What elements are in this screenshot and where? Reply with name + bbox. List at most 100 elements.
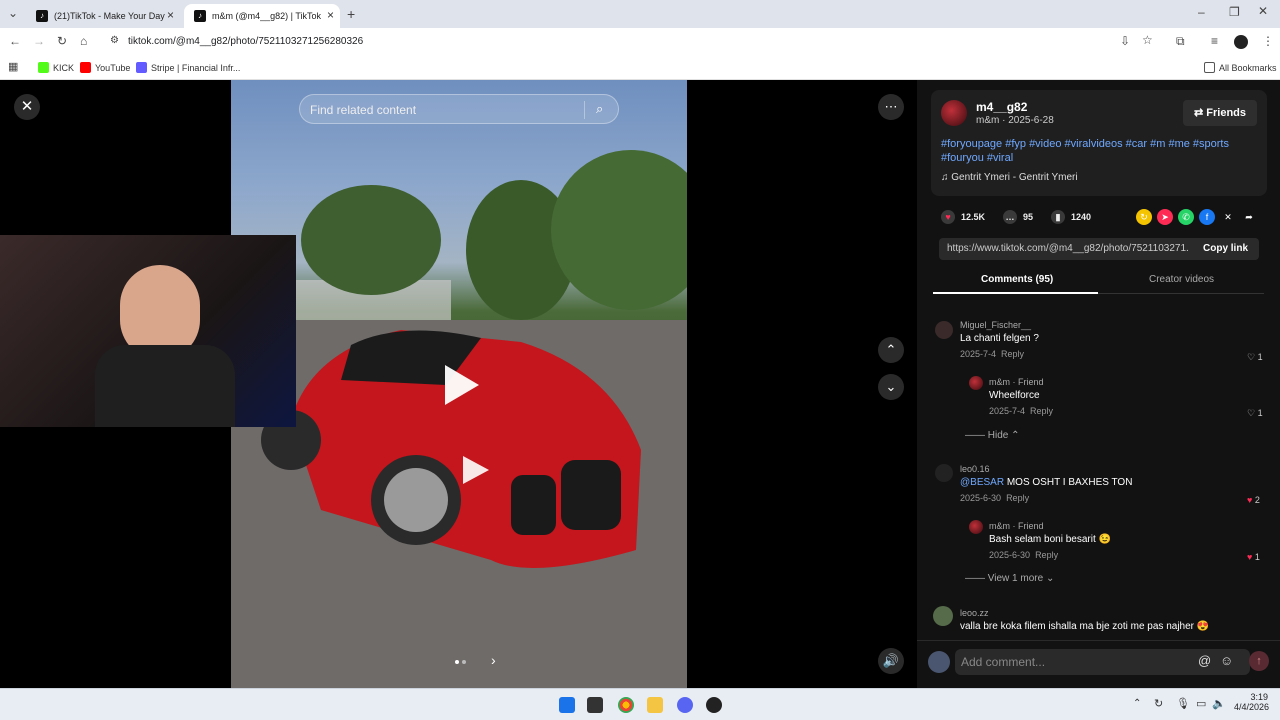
post-caption[interactable]: #foryoupage #fyp #video #viralvideos #ca…	[941, 137, 1251, 165]
address-bar[interactable]: ⚙ tiktok.com/@m4__g82/photo/752110327125…	[104, 31, 1164, 53]
x-icon[interactable]: ✕	[1220, 209, 1236, 225]
bookmark-label: YouTube	[95, 62, 131, 73]
tab-comments[interactable]: Comments (95)	[981, 274, 1053, 285]
facebook-icon[interactable]: f	[1199, 209, 1215, 225]
forward-icon[interactable]: →	[33, 34, 45, 48]
comment-username[interactable]: Miguel_Fischer__	[960, 320, 1039, 330]
install-app-icon[interactable]: ⇩	[1120, 34, 1130, 48]
commenter-avatar[interactable]	[935, 464, 953, 482]
music-row[interactable]: ♫ Gentrit Ymeri - Gentrit Ymeri	[941, 172, 1078, 183]
tab-creator-videos[interactable]: Creator videos	[1149, 274, 1214, 285]
reply-button[interactable]: Reply	[1006, 493, 1029, 503]
site-info-icon[interactable]: ⚙	[110, 35, 119, 46]
next-post-icon[interactable]: ⌄	[878, 374, 904, 400]
search-icon[interactable]: ⌕	[596, 101, 603, 117]
author-avatar[interactable]	[941, 100, 967, 126]
related-search-input[interactable]: Find related content ⌕	[299, 94, 619, 124]
apps-icon[interactable]: ▦	[8, 60, 18, 73]
commenter-avatar[interactable]	[933, 606, 953, 626]
bookmark-stripe[interactable]: Stripe | Financial Infr...	[136, 62, 240, 73]
bookmark-kick[interactable]: KICK	[38, 62, 74, 73]
next-slide-icon[interactable]: ›	[491, 652, 496, 668]
repost-icon[interactable]: ↻	[1136, 209, 1152, 225]
bookmark-label: KICK	[53, 62, 75, 73]
reload-icon[interactable]: ↻	[57, 34, 67, 48]
bookmark-star-icon[interactable]: ☆	[1142, 33, 1153, 47]
restore-icon[interactable]: ❐	[1229, 5, 1240, 19]
mention-link[interactable]: @BESAR	[960, 477, 1004, 488]
volume-icon[interactable]: 🔊	[878, 648, 904, 674]
tab-profile-photo[interactable]: ♪ m&m (@m4__g82) | TikTok ×	[184, 4, 340, 28]
start-icon[interactable]	[559, 697, 575, 713]
emoji-icon[interactable]: ☺	[1220, 653, 1233, 668]
bookmark-all[interactable]: All Bookmarks	[1204, 62, 1277, 73]
copy-link-button[interactable]: Copy link	[1203, 243, 1248, 254]
comment-item: leo0.16 @BESAR MOS OSHT I BAXHES TON 202…	[960, 464, 1132, 503]
photo-slide[interactable]: Find related content ⌕ ›	[231, 80, 687, 688]
microphone-icon[interactable]: 🎙	[1176, 697, 1190, 710]
slide-dot[interactable]	[462, 660, 466, 664]
tab-list-icon[interactable]: ⌄	[8, 6, 18, 20]
obs-icon[interactable]	[706, 697, 722, 713]
comment-button[interactable]: … 95	[1003, 210, 1033, 224]
commenter-avatar[interactable]	[969, 520, 983, 534]
speaker-icon[interactable]: 🔈	[1212, 697, 1226, 710]
comment-like[interactable]: ♡ 1	[1247, 408, 1263, 419]
task-view-icon[interactable]	[587, 697, 603, 713]
reply-button[interactable]: Reply	[1001, 349, 1024, 359]
comment-username[interactable]: leo0.16	[960, 464, 1132, 474]
url-text: tiktok.com/@m4__g82/photo/75211032712562…	[128, 36, 364, 47]
new-tab-icon[interactable]: +	[347, 6, 355, 22]
file-explorer-icon[interactable]	[647, 697, 663, 713]
comment-username[interactable]: m&m · Friend	[989, 521, 1111, 531]
menu-icon[interactable]: ⋮	[1262, 34, 1274, 48]
close-tab-icon[interactable]: ×	[327, 8, 334, 22]
reply-button[interactable]: Reply	[1035, 550, 1058, 560]
comment-like[interactable]: ♥ 1	[1247, 552, 1260, 562]
share-icon[interactable]: ➦	[1241, 209, 1257, 225]
bookmark-youtube[interactable]: YouTube	[80, 62, 130, 73]
post-comment-icon[interactable]: ↑	[1249, 651, 1269, 671]
extensions-icon[interactable]: ⧉	[1176, 34, 1185, 49]
share-link-text[interactable]: https://www.tiktok.com/@m4__g82/photo/75…	[947, 243, 1189, 254]
tray-chevron-icon[interactable]: ⌃	[1133, 698, 1141, 709]
whatsapp-icon[interactable]: ✆	[1178, 209, 1194, 225]
close-icon[interactable]: ✕	[14, 94, 40, 120]
chrome-icon[interactable]	[618, 697, 634, 713]
sync-icon[interactable]: ↻	[1154, 697, 1163, 710]
comment-like[interactable]: ♥ 2	[1247, 495, 1260, 505]
network-icon[interactable]: ▭	[1196, 697, 1206, 710]
comment-item: Miguel_Fischer__ La chanti felgen ? 2025…	[960, 320, 1039, 359]
view-more-replies-button[interactable]: —— View 1 more ⌄	[965, 573, 1054, 584]
comment-username[interactable]: leoo.zz	[960, 608, 1209, 618]
reply-button[interactable]: Reply	[1030, 406, 1053, 416]
back-icon[interactable]: ←	[9, 34, 21, 48]
like-button[interactable]: ♥ 12.5K	[941, 210, 985, 224]
close-tab-icon[interactable]: ×	[167, 8, 174, 22]
play-icon[interactable]	[445, 365, 479, 405]
slide-dot[interactable]	[455, 660, 459, 664]
comment-text: Wheelforce	[989, 390, 1040, 401]
minimize-icon[interactable]: –	[1198, 5, 1205, 19]
tab-tiktok-home[interactable]: ♪ (21)TikTok - Make Your Day ×	[26, 4, 180, 28]
send-icon[interactable]: ➤	[1157, 209, 1173, 225]
commenter-avatar[interactable]	[935, 321, 953, 339]
media-controls-icon[interactable]: ≡	[1211, 34, 1218, 48]
comment-username[interactable]: m&m · Friend	[989, 377, 1053, 387]
discord-icon[interactable]	[677, 697, 693, 713]
comment-like[interactable]: ♡ 1	[1247, 352, 1263, 363]
clock[interactable]: 3:19 4/4/2026	[1234, 692, 1269, 712]
mention-icon[interactable]: @	[1198, 653, 1211, 668]
previous-post-icon[interactable]: ⌃	[878, 337, 904, 363]
save-button[interactable]: ▮ 1240	[1051, 210, 1091, 224]
comment-like-count: 1	[1257, 408, 1263, 418]
author-username[interactable]: m4__g82	[976, 100, 1027, 114]
more-options-icon[interactable]: ⋯	[878, 94, 904, 120]
hide-replies-button[interactable]: —— Hide ⌃	[965, 430, 1020, 441]
add-comment-input[interactable]: Add comment... @ ☺	[955, 649, 1250, 675]
friends-button[interactable]: ⇄ Friends	[1183, 100, 1257, 126]
home-icon[interactable]: ⌂	[80, 34, 87, 48]
profile-avatar[interactable]	[1234, 35, 1248, 49]
close-window-icon[interactable]: ✕	[1258, 4, 1268, 18]
commenter-avatar[interactable]	[969, 376, 983, 390]
